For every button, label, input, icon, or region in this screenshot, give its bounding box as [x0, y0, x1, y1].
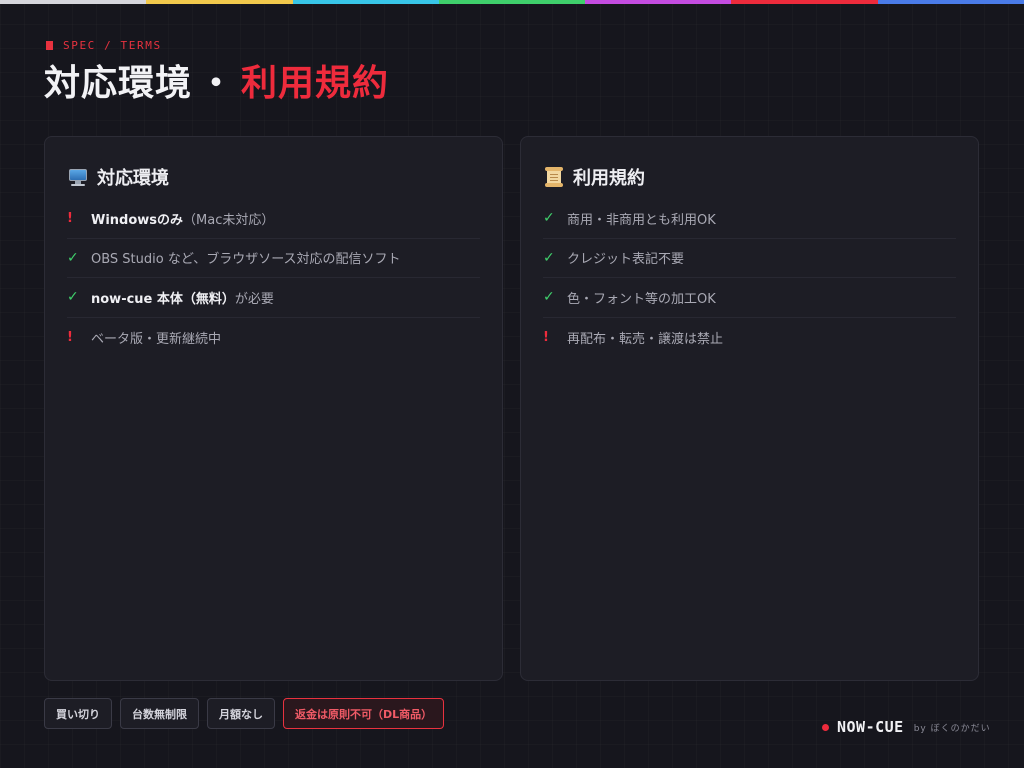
rainbow-segment [292, 0, 439, 4]
environment-panel: 対応環境 ! Windowsのみ （Mac未対応） ✓ OBS Studio な… [44, 136, 503, 681]
list-item: ! 再配布・転売・譲渡は禁止 [543, 318, 956, 358]
brand-footer: NOW-CUE by ぼくのかだい [822, 718, 991, 736]
scroll-icon [543, 166, 565, 188]
environment-list: ! Windowsのみ （Mac未対応） ✓ OBS Studio など、ブラウ… [67, 199, 480, 357]
list-item: ! Windowsのみ （Mac未対応） [67, 199, 480, 239]
item-text: が必要 [234, 291, 274, 307]
terms-list: ✓ 商用・非商用とも利用OK ✓ クレジット表記不要 ✓ 色・フォント等の加工O… [543, 199, 956, 357]
item-text: OBS Studio など、ブラウザソース対応の配信ソフト [91, 252, 401, 268]
rainbow-segment [146, 0, 293, 4]
item-text: 商用・非商用とも利用OK [567, 212, 716, 228]
page-title: 対応環境・利用規約 [44, 54, 389, 106]
tag-no-subscription: 月額なし [207, 698, 275, 729]
brand-by-line: by ぼくのかだい [913, 723, 991, 734]
environment-panel-header: 対応環境 [67, 163, 480, 191]
title-separator: ・ [198, 63, 236, 104]
item-text: 再配布・転売・譲渡は禁止 [567, 331, 724, 347]
section-kicker: SPEC / TERMS [46, 39, 162, 52]
item-text: クレジット表記不要 [567, 252, 685, 268]
check-icon: ✓ [543, 289, 555, 306]
brand-name: NOW-CUE [837, 718, 904, 736]
item-bold-text: now-cue 本体（無料） [91, 291, 235, 307]
title-accent: 利用規約 [241, 63, 390, 104]
tag-one-time-purchase: 買い切り [44, 698, 112, 729]
item-text: 色・フォント等の加工OK [567, 291, 716, 307]
environment-panel-title: 対応環境 [97, 168, 169, 189]
terms-panel-header: 利用規約 [543, 163, 956, 191]
list-item: ✓ 商用・非商用とも利用OK [543, 199, 956, 239]
desktop-computer-icon [67, 166, 89, 188]
warning-icon: ! [67, 329, 73, 345]
rainbow-segment [877, 0, 1024, 4]
terms-panel: 利用規約 ✓ 商用・非商用とも利用OK ✓ クレジット表記不要 ✓ 色・フォント… [520, 136, 979, 681]
item-text: ベータ版・更新継続中 [91, 331, 222, 347]
list-item: ! ベータ版・更新継続中 [67, 318, 480, 358]
rainbow-segment [0, 0, 147, 4]
check-icon: ✓ [543, 210, 555, 227]
feature-tags: 買い切り 台数無制限 月額なし 返金は原則不可（DL商品） [44, 698, 445, 729]
kicker-square-icon [46, 41, 53, 50]
kicker-text: SPEC / TERMS [63, 39, 162, 52]
rainbow-segment [585, 0, 732, 4]
list-item: ✓ OBS Studio など、ブラウザソース対応の配信ソフト [67, 239, 480, 278]
item-text: （Mac未対応） [183, 212, 275, 228]
check-icon: ✓ [67, 249, 79, 266]
warning-icon: ! [67, 210, 73, 226]
check-icon: ✓ [543, 249, 555, 266]
tag-unlimited-devices: 台数無制限 [120, 698, 199, 729]
tag-no-refund: 返金は原則不可（DL商品） [283, 698, 445, 729]
rainbow-top-bar [0, 0, 1024, 4]
title-main: 対応環境 [44, 63, 193, 104]
list-item: ✓ クレジット表記不要 [543, 239, 956, 278]
warning-icon: ! [543, 329, 549, 345]
terms-panel-title: 利用規約 [573, 168, 645, 189]
brand-dot-icon [822, 723, 829, 731]
list-item: ✓ now-cue 本体（無料） が必要 [67, 278, 480, 318]
list-item: ✓ 色・フォント等の加工OK [543, 278, 956, 318]
rainbow-segment [438, 0, 586, 4]
check-icon: ✓ [67, 289, 79, 306]
rainbow-segment [731, 0, 878, 4]
item-bold-text: Windowsのみ [91, 212, 184, 228]
